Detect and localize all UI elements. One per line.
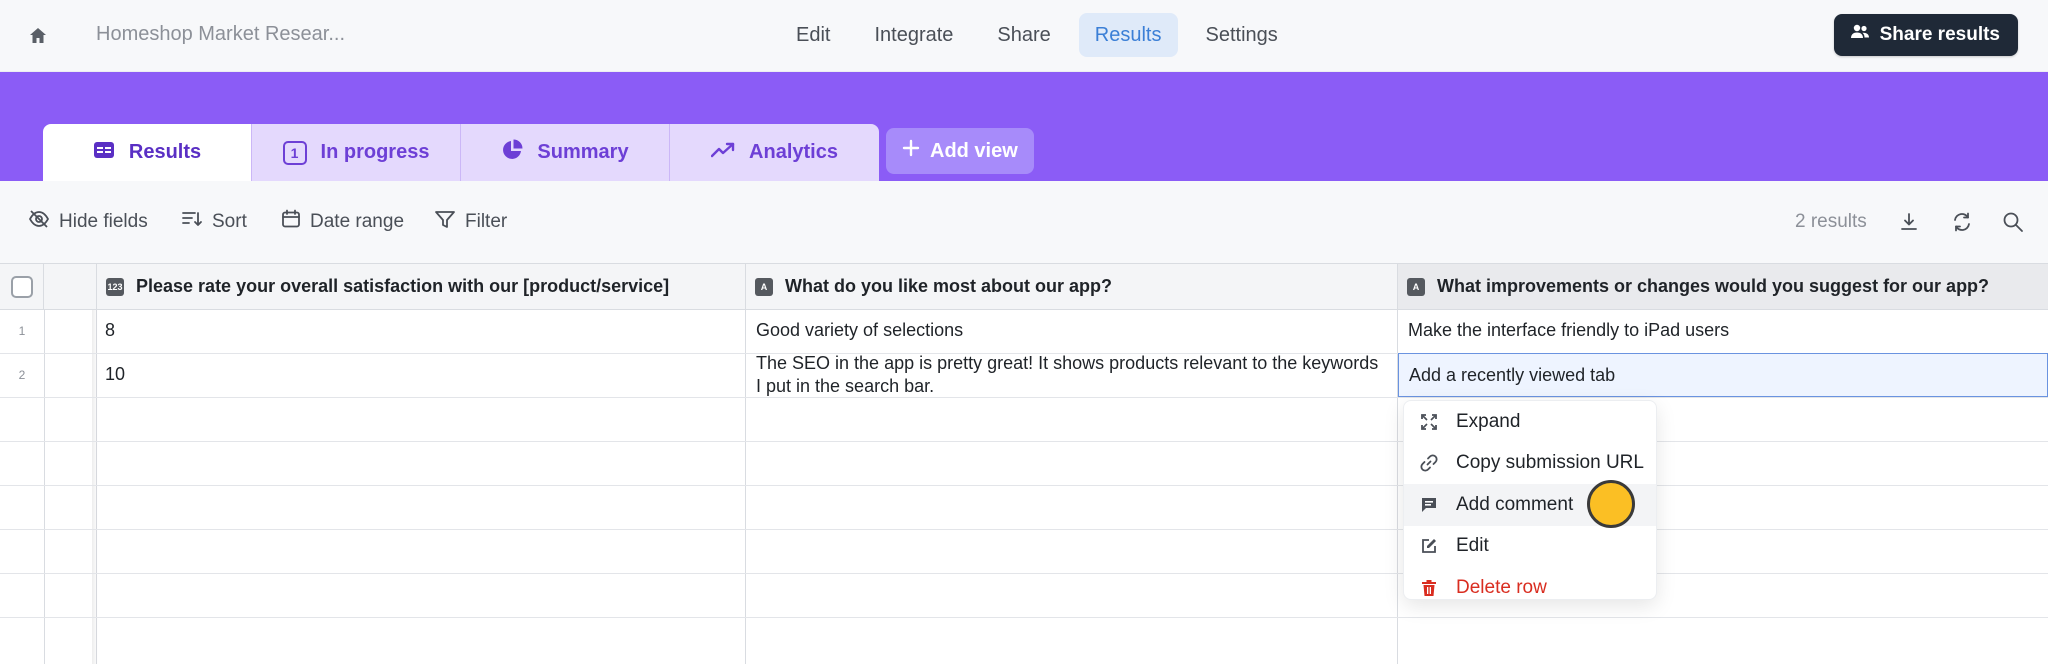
share-results-button[interactable]: Share results xyxy=(1833,14,2018,56)
views-banner: Results 1 In progress Summary Analytics … xyxy=(0,72,2048,181)
select-all-cell xyxy=(0,264,44,310)
date-range-button[interactable]: Date range xyxy=(281,209,404,235)
table-icon xyxy=(93,141,115,165)
menu-item-label: Add comment xyxy=(1456,493,1574,515)
menu-item-label: Copy submission URL xyxy=(1456,452,1644,474)
home-icon[interactable] xyxy=(22,22,54,50)
tab-in-progress[interactable]: 1 In progress xyxy=(252,124,461,181)
grid-line xyxy=(0,573,2048,574)
results-count: 2 results xyxy=(1795,211,1867,232)
download-icon[interactable] xyxy=(1896,209,1922,235)
nav-share[interactable]: Share xyxy=(981,13,1066,57)
hide-fields-button[interactable]: Hide fields xyxy=(28,209,148,235)
filter-button[interactable]: Filter xyxy=(434,209,507,235)
table-cell[interactable]: The SEO in the app is pretty great! It s… xyxy=(756,352,1388,396)
table-cell[interactable]: 10 xyxy=(105,363,725,386)
pie-chart-icon xyxy=(501,139,523,167)
pointer-cursor xyxy=(1587,480,1635,528)
column-header-label: Please rate your overall satisfaction wi… xyxy=(136,276,670,296)
menu-item-edit[interactable]: Edit xyxy=(1404,526,1656,568)
nav-results[interactable]: Results xyxy=(1078,13,1178,57)
results-table: 123 Please rate your overall satisfactio… xyxy=(0,263,2048,664)
column-header-likes[interactable]: A What do you like most about our app? xyxy=(746,264,1398,310)
text-field-icon: A xyxy=(1407,277,1425,296)
number-field-icon: 123 xyxy=(106,277,124,296)
tab-in-progress-label: In progress xyxy=(320,141,430,163)
add-view-label: Add view xyxy=(930,139,1018,162)
sort-label: Sort xyxy=(212,211,247,232)
tab-analytics[interactable]: Analytics xyxy=(670,124,879,181)
view-tabs: Results 1 In progress Summary Analytics xyxy=(43,124,879,181)
refresh-icon[interactable] xyxy=(1949,209,1975,235)
grid-line xyxy=(0,617,2048,618)
calendar-icon xyxy=(281,209,301,235)
column-header-satisfaction[interactable]: 123 Please rate your overall satisfactio… xyxy=(97,264,746,310)
menu-item-copy-submission-url[interactable]: Copy submission URL xyxy=(1404,443,1656,485)
column-header-label: What improvements or changes would you s… xyxy=(1437,276,1990,296)
select-all-checkbox[interactable] xyxy=(10,275,33,298)
search-icon[interactable] xyxy=(2000,209,2026,235)
row-number: 1 xyxy=(18,324,26,338)
grid-line xyxy=(745,310,746,664)
plus-icon xyxy=(902,139,920,163)
trash-icon xyxy=(1420,579,1438,597)
nav-settings[interactable]: Settings xyxy=(1190,13,1294,57)
grid-line xyxy=(0,529,2048,530)
share-results-label: Share results xyxy=(1879,24,2000,45)
sort-icon xyxy=(181,209,203,235)
link-icon xyxy=(1420,454,1438,472)
row-actions-header xyxy=(44,264,97,310)
frozen-column-shadow xyxy=(92,310,98,664)
nav-integrate[interactable]: Integrate xyxy=(858,13,969,57)
results-toolbar: Hide fields Sort Date range Filter 2 res… xyxy=(0,181,2048,263)
menu-item-label: Expand xyxy=(1456,410,1521,432)
menu-item-expand[interactable]: Expand xyxy=(1404,401,1656,443)
trending-up-icon xyxy=(710,141,735,164)
menu-item-delete-row[interactable]: Delete row xyxy=(1404,567,1656,609)
grid-line xyxy=(0,441,2048,442)
menu-item-label: Edit xyxy=(1456,535,1489,557)
tab-summary-label: Summary xyxy=(537,141,629,163)
add-view-button[interactable]: Add view xyxy=(886,128,1034,174)
tab-summary[interactable]: Summary xyxy=(461,124,670,181)
filter-icon xyxy=(434,209,456,235)
users-icon xyxy=(1850,23,1870,47)
table-cell[interactable]: 8 xyxy=(105,319,725,342)
nav-edit[interactable]: Edit xyxy=(780,13,846,57)
top-bar: Homeshop Market Resear... Edit Integrate… xyxy=(0,0,2048,72)
in-progress-count-badge: 1 xyxy=(282,140,307,165)
form-title[interactable]: Homeshop Market Resear... xyxy=(96,23,345,46)
column-header-improvements[interactable]: A What improvements or changes would you… xyxy=(1398,264,2048,310)
edit-icon xyxy=(1420,537,1438,555)
hide-fields-label: Hide fields xyxy=(59,211,148,232)
comment-icon xyxy=(1420,496,1438,514)
table-cell[interactable]: Good variety of selections xyxy=(756,319,1386,342)
eye-off-icon xyxy=(28,209,50,235)
sort-button[interactable]: Sort xyxy=(181,209,247,235)
column-header-label: What do you like most about our app? xyxy=(785,276,1112,296)
expand-icon xyxy=(1420,413,1438,431)
grid-line xyxy=(44,310,45,664)
tab-results[interactable]: Results xyxy=(43,124,252,181)
tab-results-label: Results xyxy=(128,141,202,163)
filter-label: Filter xyxy=(465,211,508,232)
menu-item-label: Delete row xyxy=(1456,576,1547,598)
date-range-label: Date range xyxy=(310,211,405,232)
table-cell[interactable]: Make the interface friendly to iPad user… xyxy=(1408,319,2038,342)
main-nav: Edit Integrate Share Results Settings xyxy=(780,13,1294,57)
selected-table-cell[interactable]: Add a recently viewed tab xyxy=(1398,353,2048,397)
text-field-icon: A xyxy=(755,277,773,296)
tab-analytics-label: Analytics xyxy=(749,141,838,163)
grid-line xyxy=(0,485,2048,486)
row-number: 2 xyxy=(18,368,26,382)
grid-line xyxy=(0,397,2048,398)
